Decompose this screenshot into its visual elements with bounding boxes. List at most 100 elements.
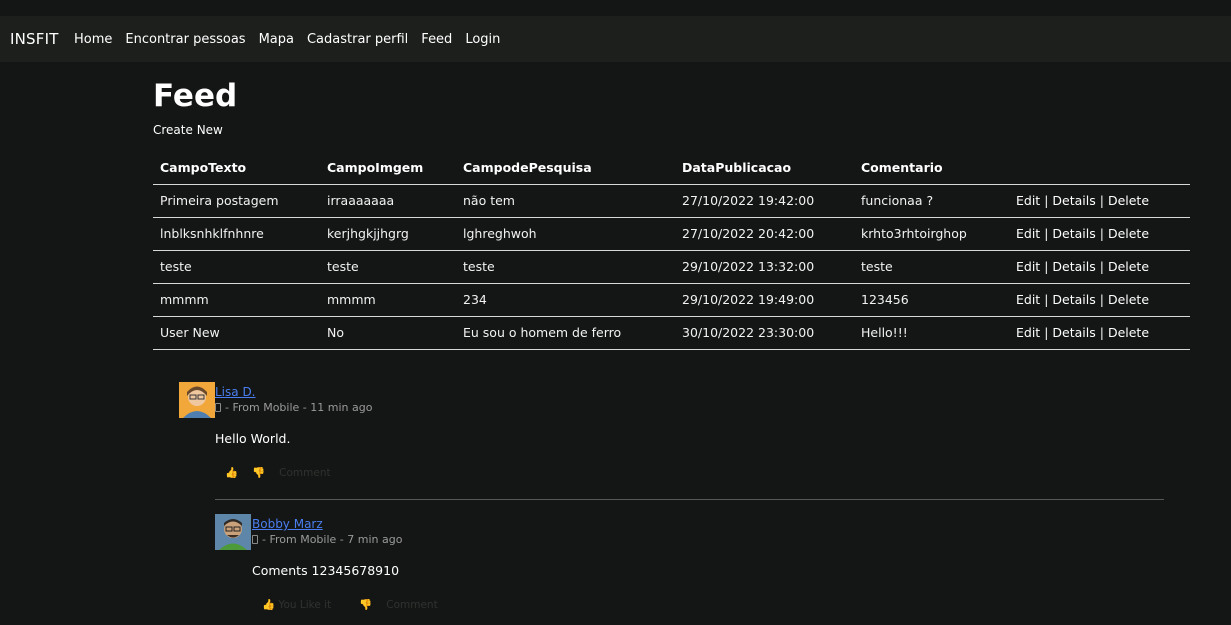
cell-campoimgem: teste <box>320 250 456 284</box>
cell-datapublicacao: 27/10/2022 19:42:00 <box>675 184 854 218</box>
avatar-bobby[interactable] <box>215 514 251 550</box>
table-row: User New No Eu sou o homem de ferro 30/1… <box>153 316 1190 350</box>
cell-comentario: teste <box>854 250 1009 284</box>
separator: | <box>1044 325 1049 340</box>
separator: | <box>1099 292 1104 307</box>
delete-link[interactable]: Delete <box>1108 193 1149 208</box>
nav-home[interactable]: Home <box>74 32 112 47</box>
cell-datapublicacao: 29/10/2022 13:32:00 <box>675 250 854 284</box>
details-link[interactable]: Details <box>1052 292 1095 307</box>
nav-cadastrar-perfil[interactable]: Cadastrar perfil <box>307 32 408 47</box>
cell-campodepesquisa: Eu sou o homem de ferro <box>456 316 675 350</box>
comment-link[interactable]: Comment <box>386 599 437 611</box>
separator: | <box>1044 226 1049 241</box>
separator: | <box>1099 193 1104 208</box>
separator: | <box>1099 226 1104 241</box>
cell-campodepesquisa: lghreghwoh <box>456 217 675 251</box>
edit-link[interactable]: Edit <box>1016 259 1040 274</box>
cell-actions: Edit | Details | Delete <box>1009 316 1190 350</box>
edit-link[interactable]: Edit <box>1016 292 1040 307</box>
like-button[interactable]: 👍 You Like it <box>262 598 345 611</box>
nav-encontrar-pessoas[interactable]: Encontrar pessoas <box>125 32 245 47</box>
header-datapublicacao: DataPublicacao <box>675 152 854 185</box>
nav-feed[interactable]: Feed <box>421 32 452 47</box>
cell-datapublicacao: 27/10/2022 20:42:00 <box>675 217 854 251</box>
details-link[interactable]: Details <box>1052 193 1095 208</box>
comment-author[interactable]: Lisa D. <box>215 385 256 399</box>
header-comentario: Comentario <box>854 152 1009 185</box>
cell-campodepesquisa: 234 <box>456 283 675 317</box>
cell-campoimgem: No <box>320 316 456 350</box>
cell-actions: Edit | Details | Delete <box>1009 184 1190 218</box>
cell-datapublicacao: 30/10/2022 23:30:00 <box>675 316 854 350</box>
top-band <box>0 0 1231 16</box>
cell-actions: Edit | Details | Delete <box>1009 217 1190 251</box>
nav-mapa[interactable]: Mapa <box>259 32 294 47</box>
like-label: You Like it <box>278 599 332 611</box>
comment-text: Coments 12345678910 <box>252 563 400 578</box>
cell-campodepesquisa: não tem <box>456 184 675 218</box>
separator: | <box>1099 259 1104 274</box>
separator: | <box>1044 292 1049 307</box>
comment-meta-text: - From Mobile - 11 min ago <box>225 401 373 414</box>
comment-meta: - From Mobile - 7 min ago <box>252 533 402 546</box>
page-title: Feed <box>153 78 238 114</box>
cell-campotexto: User New <box>153 316 320 350</box>
header-campoimgem: CampoImgem <box>320 152 456 185</box>
cell-campotexto: Primeira postagem <box>153 184 320 218</box>
cell-campotexto: mmmm <box>153 283 320 317</box>
edit-link[interactable]: Edit <box>1016 226 1040 241</box>
comment-actions: 👍 You Like it 👎 Comment <box>262 598 452 612</box>
create-new-link[interactable]: Create New <box>153 123 223 137</box>
thumbs-up-icon[interactable]: 👍 <box>225 466 238 479</box>
details-link[interactable]: Details <box>1052 259 1095 274</box>
nav-links: Home Encontrar pessoas Mapa Cadastrar pe… <box>74 32 513 47</box>
table-header-row: CampoTexto CampoImgem CampodePesquisa Da… <box>153 152 1190 185</box>
table-row: mmmm mmmm 234 29/10/2022 19:49:00 123456… <box>153 283 1190 317</box>
header-campodepesquisa: CampodePesquisa <box>456 152 675 185</box>
cell-campotexto: lnblksnhklfnhnre <box>153 217 320 251</box>
feed-table: CampoTexto CampoImgem CampodePesquisa Da… <box>153 152 1190 350</box>
details-link[interactable]: Details <box>1052 325 1095 340</box>
comment-divider <box>215 499 1164 500</box>
header-actions <box>1009 152 1190 185</box>
cell-actions: Edit | Details | Delete <box>1009 250 1190 284</box>
comment-author[interactable]: Bobby Marz <box>252 517 323 531</box>
edit-link[interactable]: Edit <box>1016 325 1040 340</box>
delete-link[interactable]: Delete <box>1108 226 1149 241</box>
cell-comentario: 123456 <box>854 283 1009 317</box>
comment-actions: 👍 👎 Comment <box>225 466 345 480</box>
delete-link[interactable]: Delete <box>1108 325 1149 340</box>
details-link[interactable]: Details <box>1052 226 1095 241</box>
delete-link[interactable]: Delete <box>1108 292 1149 307</box>
separator: | <box>1044 193 1049 208</box>
avatar-lisa[interactable] <box>179 382 215 418</box>
thumbs-down-icon[interactable]: 👎 <box>252 466 265 479</box>
cell-datapublicacao: 29/10/2022 19:49:00 <box>675 283 854 317</box>
edit-link[interactable]: Edit <box>1016 193 1040 208</box>
cell-campoimgem: mmmm <box>320 283 456 317</box>
table-row: teste teste teste 29/10/2022 13:32:00 te… <box>153 250 1190 284</box>
cell-campotexto: teste <box>153 250 320 284</box>
table-row: lnblksnhklfnhnre kerjhgkjjhgrg lghreghwo… <box>153 217 1190 251</box>
comment-meta: - From Mobile - 11 min ago <box>215 401 372 414</box>
thumbs-down-icon[interactable]: 👎 <box>359 598 372 611</box>
brand-logo[interactable]: INSFIT <box>10 30 59 48</box>
cell-campoimgem: irraaaaaaa <box>320 184 456 218</box>
cell-comentario: funcionaa ? <box>854 184 1009 218</box>
navbar: INSFIT Home Encontrar pessoas Mapa Cadas… <box>0 16 1231 62</box>
mobile-icon <box>215 403 221 412</box>
delete-link[interactable]: Delete <box>1108 259 1149 274</box>
nav-login[interactable]: Login <box>465 32 500 47</box>
mobile-icon <box>252 535 258 544</box>
header-campotexto: CampoTexto <box>153 152 320 185</box>
comment-meta-text: - From Mobile - 7 min ago <box>262 533 403 546</box>
cell-campoimgem: kerjhgkjjhgrg <box>320 217 456 251</box>
comment-text: Hello World. <box>215 431 291 446</box>
cell-campodepesquisa: teste <box>456 250 675 284</box>
cell-comentario: Hello!!! <box>854 316 1009 350</box>
separator: | <box>1044 259 1049 274</box>
table-row: Primeira postagem irraaaaaaa não tem 27/… <box>153 184 1190 218</box>
cell-comentario: krhto3rhtoirghop <box>854 217 1009 251</box>
comment-link[interactable]: Comment <box>279 467 330 479</box>
